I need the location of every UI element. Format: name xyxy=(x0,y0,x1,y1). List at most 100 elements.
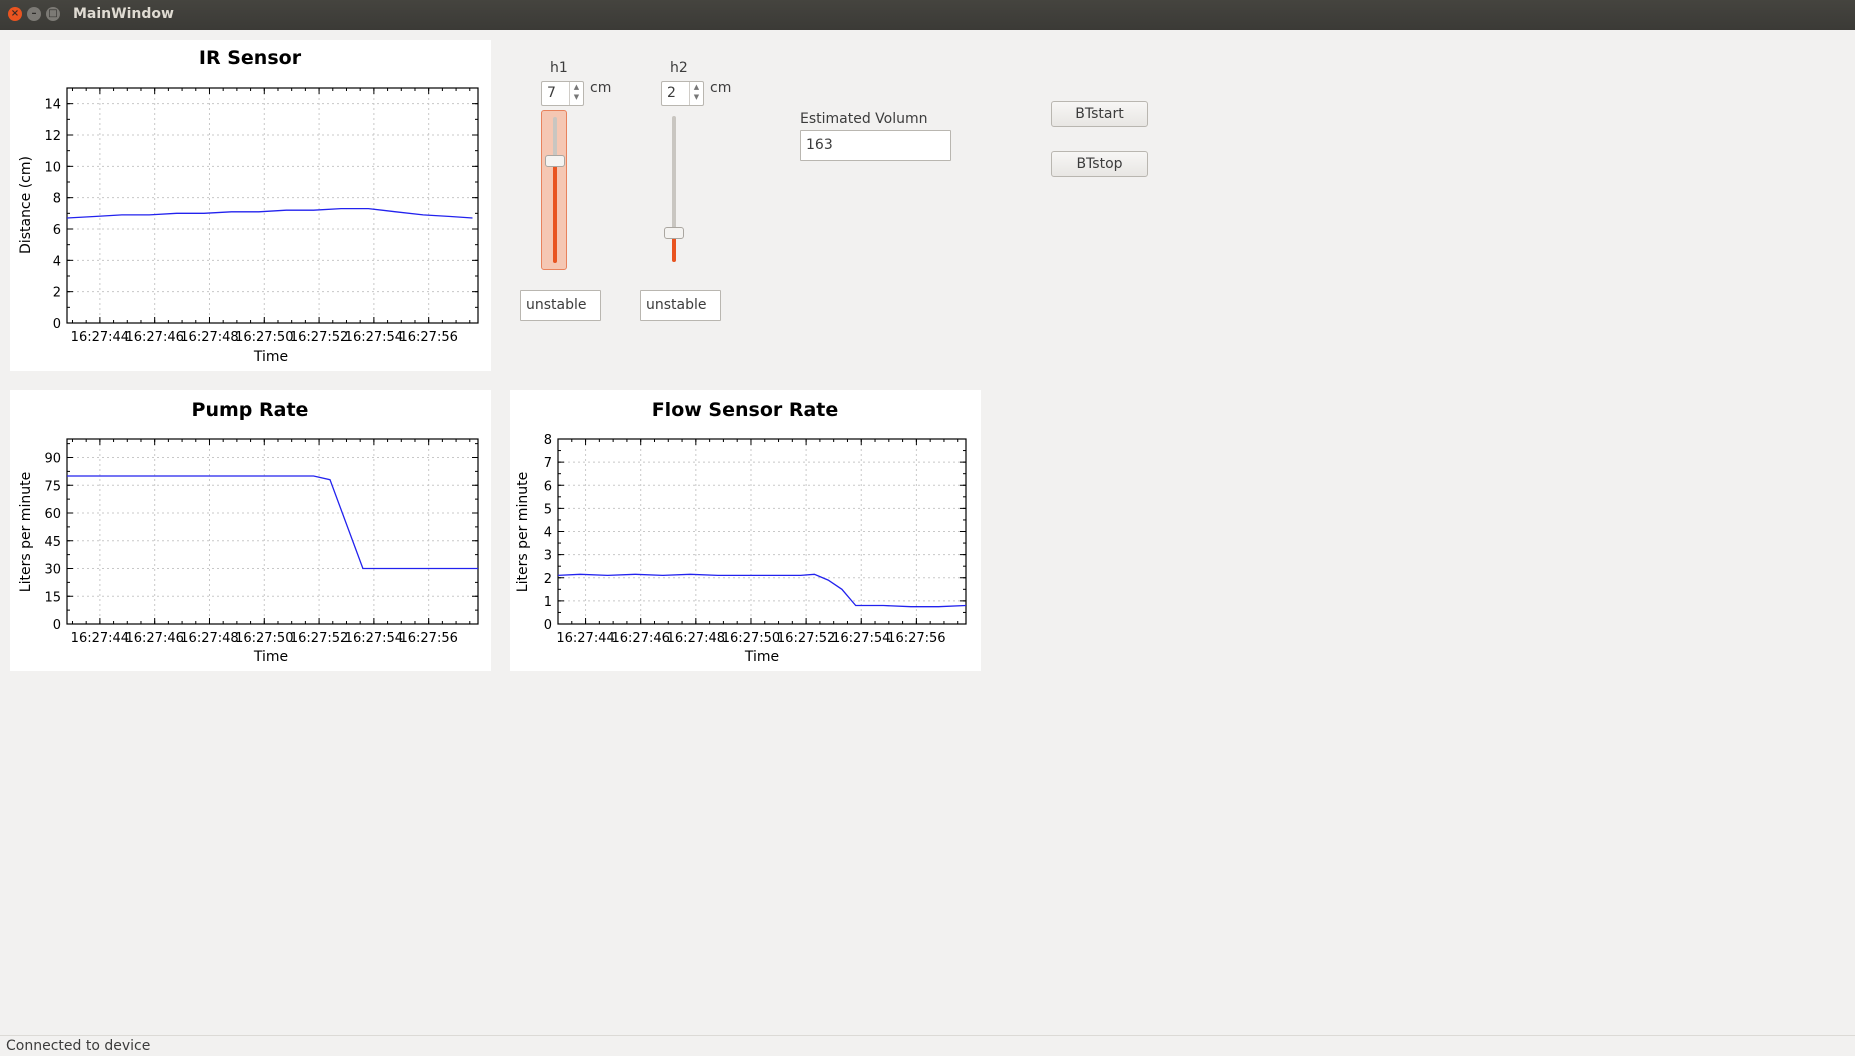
ir-plot-ylabel: Distance (cm) xyxy=(18,156,34,254)
pump-xtick-label: 16:27:50 xyxy=(235,631,293,646)
flow-ytick-label: 0 xyxy=(544,618,552,633)
window-title: MainWindow xyxy=(73,6,174,22)
pump-ytick-label: 45 xyxy=(44,535,61,550)
ir-xtick-label: 16:27:48 xyxy=(180,330,238,345)
flow-ytick-label: 1 xyxy=(544,595,552,610)
h2-status-field[interactable]: unstable xyxy=(640,290,721,321)
ir-ytick-label: 8 xyxy=(53,192,61,207)
h2-label: h2 xyxy=(670,60,688,76)
h2-spin-arrows-icon[interactable]: ▲ ▼ xyxy=(689,82,703,105)
pump-ytick-label: 60 xyxy=(44,507,61,522)
h1-slider-fill xyxy=(553,160,557,263)
flow-ytick-label: 4 xyxy=(544,526,552,541)
flow-xtick-label: 16:27:54 xyxy=(832,631,890,646)
h1-spin-arrows-icon[interactable]: ▲ ▼ xyxy=(569,82,583,105)
flow-xtick-label: 16:27:48 xyxy=(667,631,725,646)
ir-ytick-label: 4 xyxy=(53,254,61,269)
ir-xtick-label: 16:27:56 xyxy=(399,330,457,345)
flow-ytick-label: 7 xyxy=(544,456,552,471)
ir-plot-frame xyxy=(66,87,479,324)
h2-spinbox[interactable]: 2 ▲ ▼ xyxy=(661,81,704,106)
ir-ytick-label: 14 xyxy=(44,98,61,113)
flow-ytick-label: 2 xyxy=(544,572,552,587)
ir-plot-title: IR Sensor xyxy=(199,47,302,69)
flow-ytick-label: 6 xyxy=(544,479,552,494)
h1-spinbox-value: 7 xyxy=(547,85,556,101)
pump-rate-plot: Pump Rate 0 15 30 45 60 75 90 16:27:44 16:27:46… xyxy=(10,390,491,671)
pump-plot-title: Pump Rate xyxy=(192,399,309,421)
ir-xtick-label: 16:27:44 xyxy=(71,330,129,345)
minimize-window-icon[interactable]: – xyxy=(27,7,41,21)
flow-plot-grid xyxy=(558,438,966,625)
h1-unit-label: cm xyxy=(590,80,612,96)
h1-label: h1 xyxy=(550,60,568,76)
flow-plot-xlabel: Time xyxy=(744,649,779,665)
pump-plot-x-ticks: 16:27:4416:27:4616:27:4816:27:5016:27:52… xyxy=(71,439,471,646)
ir-ytick-label: 6 xyxy=(53,223,61,238)
ir-xtick-label: 16:27:46 xyxy=(125,330,183,345)
volume-label: Estimated Volumn xyxy=(800,111,928,127)
flow-plot-y-ticks: 0 1 2 3 4 5 6 7 8 xyxy=(544,433,966,633)
flow-series-line xyxy=(557,573,967,608)
pump-ytick-label: 90 xyxy=(44,452,61,467)
pump-series-line xyxy=(67,475,478,570)
pump-xtick-label: 16:27:44 xyxy=(71,631,129,646)
ir-xtick-label: 16:27:54 xyxy=(345,330,403,345)
pump-xtick-label: 16:27:48 xyxy=(180,631,238,646)
pump-plot-y-ticks: 0 15 30 45 60 75 90 xyxy=(44,443,478,633)
ir-plot-y-ticks: 0 2 4 6 8 10 12 14 xyxy=(44,87,478,332)
window-titlebar: × – □ MainWindow xyxy=(0,0,1855,30)
maximize-window-icon[interactable]: □ xyxy=(46,7,60,21)
flow-plot-title: Flow Sensor Rate xyxy=(652,399,839,421)
volume-field[interactable]: 163 xyxy=(800,130,951,161)
flow-xtick-label: 16:27:46 xyxy=(612,631,670,646)
pump-xtick-label: 16:27:56 xyxy=(399,631,457,646)
ir-ytick-label: 10 xyxy=(44,160,61,175)
flow-ytick-label: 5 xyxy=(544,502,552,517)
pump-ytick-label: 75 xyxy=(44,479,61,494)
h2-slider-handle[interactable] xyxy=(664,226,684,239)
pump-xtick-label: 16:27:54 xyxy=(345,631,403,646)
pump-plot-xlabel: Time xyxy=(253,649,288,665)
status-bar: Connected to device xyxy=(0,1035,1855,1056)
ir-xtick-label: 16:27:52 xyxy=(290,330,348,345)
ir-sensor-chart: IR Sensor 02468101214 16:27:4416:27:4616… xyxy=(18,47,479,365)
ir-series-line xyxy=(66,207,473,219)
flow-ytick-label: 8 xyxy=(544,433,552,448)
ir-ytick-label: 12 xyxy=(44,129,61,144)
bt-start-button[interactable]: BTstart xyxy=(1051,101,1148,127)
pump-ytick-label: 15 xyxy=(44,590,61,605)
pump-plot-grid xyxy=(67,439,478,625)
close-window-icon[interactable]: × xyxy=(8,7,22,21)
flow-plot-ylabel: Liters per minute xyxy=(515,472,531,592)
h1-spinbox[interactable]: 7 ▲ ▼ xyxy=(541,81,584,106)
pump-rate-chart: Pump Rate 0 15 30 45 60 75 90 16:27:4416:27:46… xyxy=(18,399,479,665)
h2-spinbox-value: 2 xyxy=(667,85,676,101)
h2-slider[interactable] xyxy=(661,110,687,270)
flow-ytick-label: 3 xyxy=(544,549,552,564)
pump-ytick-label: 0 xyxy=(53,618,61,633)
flow-xtick-label: 16:27:52 xyxy=(777,631,835,646)
h1-slider-handle[interactable] xyxy=(545,154,565,167)
bt-stop-button[interactable]: BTstop xyxy=(1051,151,1148,177)
flow-plot-x-ticks: 16:27:4416:27:4616:27:4816:27:5016:27:52… xyxy=(556,439,959,646)
flow-sensor-chart: Flow Sensor Rate 012345678 16:27:4416:27… xyxy=(515,399,967,665)
h1-status-field[interactable]: unstable xyxy=(520,290,601,321)
ir-plot-xlabel: Time xyxy=(253,349,288,365)
flow-xtick-label: 16:27:50 xyxy=(722,631,780,646)
pump-ytick-label: 30 xyxy=(44,563,61,578)
flow-sensor-plot: Flow Sensor Rate 012345678 16:27:44 16:27… xyxy=(510,390,981,671)
ir-plot-x-ticks: 16:27:4416:27:4616:27:4816:27:5016:27:52… xyxy=(71,88,471,345)
ir-sensor-plot: IR Sensor 0 2 4 6 8 10 12 14 16:27:44 16:27:46 16… xyxy=(10,40,491,371)
h2-unit-label: cm xyxy=(710,80,732,96)
pump-xtick-label: 16:27:52 xyxy=(290,631,348,646)
ir-ytick-label: 2 xyxy=(53,286,61,301)
h1-slider[interactable] xyxy=(541,110,567,270)
pump-xtick-label: 16:27:46 xyxy=(125,631,183,646)
pump-plot-ylabel: Liters per minute xyxy=(18,472,34,592)
ir-xtick-label: 16:27:50 xyxy=(235,330,293,345)
flow-xtick-label: 16:27:44 xyxy=(556,631,614,646)
ir-plot-grid xyxy=(67,88,478,324)
status-text: Connected to device xyxy=(6,1038,151,1054)
ir-ytick-label: 0 xyxy=(53,317,61,332)
